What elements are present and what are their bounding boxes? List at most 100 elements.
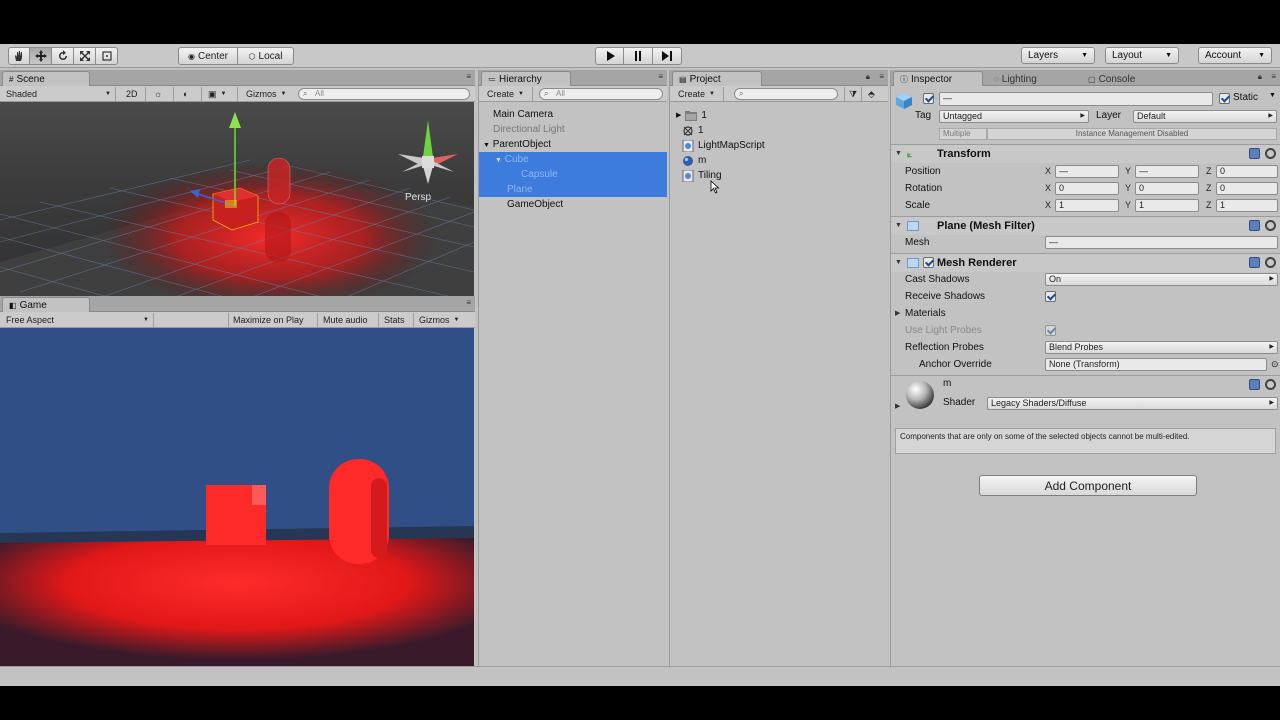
foldout-open-icon[interactable]: ▼ (895, 145, 902, 163)
help-book-icon[interactable] (1249, 257, 1260, 268)
rotation-y-field[interactable]: 0 (1135, 182, 1199, 195)
gear-icon[interactable] (1265, 379, 1276, 390)
panel-menu-icon[interactable]: ≡ (466, 72, 471, 81)
gear-icon[interactable] (1265, 220, 1276, 231)
scene-viewport[interactable]: Persp (0, 102, 474, 317)
tab-hierarchy[interactable]: ≔ Hierarchy (481, 71, 571, 86)
object-name-field[interactable]: — (939, 92, 1213, 106)
hierarchy-item-cube[interactable]: ▼ Cube (479, 152, 667, 167)
aspect-dropdown[interactable]: Free Aspect ▼ (2, 313, 154, 327)
hierarchy-create-dropdown[interactable]: Create ▼ (483, 87, 533, 101)
foldout-closed-icon[interactable]: ▶ (676, 108, 681, 123)
scale-tool-button[interactable] (74, 47, 96, 65)
tab-lighting[interactable]: ◌ Lighting (987, 71, 1075, 86)
active-checkbox[interactable] (923, 93, 934, 104)
pivot-local-button[interactable]: ⬡ Local (238, 47, 294, 65)
lock-icon[interactable]: 🔒︎ (1258, 72, 1262, 82)
static-checkbox[interactable] (1219, 93, 1230, 104)
step-button[interactable] (653, 47, 682, 65)
shading-mode-dropdown[interactable]: Shaded ▼ (2, 87, 116, 101)
receive-shadows-checkbox[interactable] (1045, 291, 1056, 302)
cast-shadows-dropdown[interactable]: On ▶ (1045, 273, 1278, 286)
help-book-icon[interactable] (1249, 379, 1260, 390)
help-book-icon[interactable] (1249, 148, 1260, 159)
hierarchy-item-parent-object[interactable]: ▼ ParentObject (479, 137, 667, 152)
filter-by-label-button[interactable]: ⬘ (864, 87, 882, 101)
hierarchy-item-main-camera[interactable]: Main Camera (479, 107, 667, 122)
foldout-closed-icon[interactable]: ▶ (895, 305, 900, 322)
scene-lighting-toggle[interactable]: ☼ (150, 87, 174, 101)
anchor-override-field[interactable]: None (Transform) (1045, 358, 1267, 371)
scale-z-field[interactable]: 1 (1216, 199, 1278, 212)
foldout-open-icon[interactable]: ▼ (483, 142, 490, 149)
lock-icon[interactable]: 🔒︎ (866, 72, 870, 82)
mesh-renderer-component-header[interactable]: ▼ Mesh Renderer (891, 253, 1280, 272)
help-book-icon[interactable] (1249, 220, 1260, 231)
project-item-material-m[interactable]: m (682, 153, 706, 168)
position-y-field[interactable]: — (1135, 165, 1199, 178)
rotation-x-field[interactable]: 0 (1055, 182, 1119, 195)
tab-console[interactable]: ▢ Console (1081, 71, 1169, 86)
transform-component-header[interactable]: ▼ ⟀ Transform (891, 144, 1280, 163)
scale-y-field[interactable]: 1 (1135, 199, 1199, 212)
mesh-renderer-enabled-checkbox[interactable] (923, 257, 934, 268)
hierarchy-item-capsule[interactable]: Capsule (479, 167, 667, 182)
projection-label[interactable]: Persp (405, 192, 431, 203)
pivot-center-button[interactable]: ◉ Center (178, 47, 238, 65)
hierarchy-search-input[interactable]: ⌕ All (539, 88, 663, 100)
game-viewport[interactable] (0, 328, 474, 666)
scene-gizmos-dropdown[interactable]: Gizmos ▼ (242, 87, 294, 101)
maximize-on-play-toggle[interactable]: Maximize on Play (228, 313, 318, 327)
rotation-z-field[interactable]: 0 (1216, 182, 1278, 195)
shader-dropdown[interactable]: Legacy Shaders/Diffuse ▶ (987, 397, 1278, 410)
dropdown-arrow-icon[interactable]: ▼ (1269, 92, 1276, 99)
prefab-multiple-button[interactable]: Multiple (939, 128, 987, 140)
position-z-field[interactable]: 0 (1216, 165, 1278, 178)
project-item-scene-1[interactable]: ▶ 1 (676, 108, 707, 123)
gear-icon[interactable] (1265, 257, 1276, 268)
position-x-field[interactable]: — (1055, 165, 1119, 178)
panel-menu-icon[interactable]: ≡ (466, 298, 471, 307)
scene-search-input[interactable]: ⌕ All (298, 88, 470, 100)
hierarchy-item-gameobject[interactable]: GameObject (479, 197, 667, 212)
filter-by-type-button[interactable]: ⧩ (844, 87, 862, 101)
mesh-filter-component-header[interactable]: ▼ Plane (Mesh Filter) (891, 216, 1280, 235)
tab-scene[interactable]: # Scene (2, 71, 90, 86)
foldout-open-icon[interactable]: ▼ (895, 217, 902, 235)
rect-tool-button[interactable] (96, 47, 118, 65)
tab-project[interactable]: ▤ Project (672, 71, 762, 86)
project-search-input[interactable]: ⌕ (734, 88, 838, 100)
project-item-lightmap-1[interactable]: 1 (682, 123, 704, 138)
pause-button[interactable] (624, 47, 653, 65)
rotate-tool-button[interactable] (52, 47, 74, 65)
gear-icon[interactable] (1265, 148, 1276, 159)
tag-dropdown[interactable]: Untagged ▶ (939, 110, 1089, 123)
play-button[interactable] (595, 47, 624, 65)
mute-audio-toggle[interactable]: Mute audio (319, 313, 379, 327)
tab-game[interactable]: ◧ Game (2, 297, 90, 312)
panel-menu-icon[interactable]: ≡ (1271, 72, 1276, 81)
hierarchy-item-directional-light[interactable]: Directional Light (479, 122, 667, 137)
object-picker-icon[interactable]: ⊙ (1271, 356, 1279, 373)
move-tool-button[interactable] (30, 47, 52, 65)
mesh-object-field[interactable]: — (1045, 236, 1278, 249)
add-component-button[interactable]: Add Component (979, 475, 1197, 496)
hand-tool-button[interactable] (8, 47, 30, 65)
project-item-lightmapscript[interactable]: LightMapScript (682, 138, 765, 153)
scene-effects-dropdown[interactable]: ▣ ▼ (204, 87, 238, 101)
foldout-closed-icon[interactable]: ▶ (895, 402, 900, 410)
reflection-probes-dropdown[interactable]: Blend Probes ▶ (1045, 341, 1278, 354)
account-dropdown[interactable]: Account ▼ (1198, 47, 1272, 64)
mode-2d-toggle[interactable]: 2D (122, 87, 146, 101)
stats-toggle[interactable]: Stats (380, 313, 414, 327)
panel-menu-icon[interactable]: ≡ (658, 72, 663, 81)
hierarchy-item-plane[interactable]: Plane (479, 182, 667, 197)
tab-inspector[interactable]: ⓘ Inspector (893, 71, 983, 86)
foldout-open-icon[interactable]: ▼ (495, 157, 502, 164)
project-create-dropdown[interactable]: Create ▼ (674, 87, 724, 101)
layer-dropdown[interactable]: Default ▶ (1133, 110, 1277, 123)
scale-x-field[interactable]: 1 (1055, 199, 1119, 212)
layout-dropdown[interactable]: Layout ▼ (1105, 47, 1179, 64)
layers-dropdown[interactable]: Layers ▼ (1021, 47, 1095, 64)
foldout-open-icon[interactable]: ▼ (895, 254, 902, 272)
